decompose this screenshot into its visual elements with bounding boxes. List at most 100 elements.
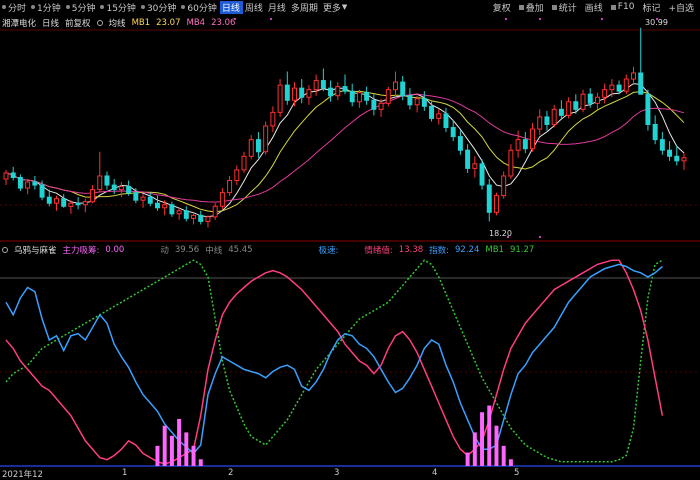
kline-chart[interactable]: 30.99 18.20	[0, 0, 700, 480]
candle-down	[17, 176, 23, 189]
tick-label: 4	[432, 468, 438, 478]
candle-up	[393, 81, 398, 91]
candle-down	[450, 127, 456, 138]
candle-up	[602, 89, 608, 98]
candle-up	[82, 201, 88, 206]
candle-up	[191, 214, 197, 219]
green-dotted-line	[5, 259, 663, 463]
candle-down	[39, 184, 45, 198]
candle-down	[364, 92, 370, 101]
candle-down	[133, 192, 139, 201]
candle-up	[356, 92, 362, 103]
candle-up	[385, 89, 391, 104]
candle-up	[140, 196, 146, 201]
candle-down	[299, 87, 305, 98]
candle-up	[566, 101, 572, 116]
candle-down	[573, 101, 579, 110]
candle-up	[90, 189, 96, 203]
candle-up	[530, 128, 536, 150]
candle-down	[457, 136, 463, 151]
histogram-bar	[184, 432, 189, 466]
candle-down	[126, 186, 132, 194]
candle-up	[335, 86, 341, 97]
histogram-bar	[501, 445, 506, 466]
candle-up	[234, 169, 240, 182]
candle-up	[580, 93, 586, 110]
candle-up	[623, 78, 629, 92]
candle-up	[205, 216, 211, 222]
signal-dot	[539, 18, 541, 20]
candle-up	[212, 205, 218, 218]
candle-up	[681, 157, 687, 162]
candle-up	[537, 116, 543, 130]
candle-down	[342, 86, 348, 92]
signal-dot	[539, 236, 541, 238]
candle-up	[241, 155, 247, 171]
histogram-bar	[494, 425, 499, 466]
candle-down	[104, 175, 110, 186]
candle-down	[645, 93, 651, 125]
signal-dot	[505, 18, 507, 20]
candle-down	[284, 84, 290, 101]
candle-down	[667, 149, 673, 157]
candle-up	[263, 125, 269, 153]
candle-up	[306, 89, 312, 98]
candle-up	[508, 149, 514, 177]
histogram-bar	[508, 459, 513, 466]
candle-down	[674, 155, 680, 162]
candle-down	[10, 172, 16, 178]
candle-down	[465, 149, 471, 169]
candle-up	[313, 80, 319, 91]
candle-down	[154, 202, 160, 209]
signal-dot	[270, 18, 272, 20]
candle-down	[111, 184, 117, 191]
ma20-line	[5, 93, 685, 203]
candle-down	[75, 202, 81, 206]
candle-up	[436, 113, 442, 119]
candle-up	[248, 139, 254, 157]
candle-up	[219, 192, 225, 207]
candle-down	[421, 98, 427, 107]
candle-down	[349, 90, 355, 103]
candle-up	[501, 175, 507, 197]
candle-up	[270, 111, 276, 127]
histogram-bar	[177, 418, 182, 466]
candle-down	[147, 196, 153, 204]
candle-down	[32, 181, 38, 186]
histogram-bar	[480, 412, 485, 466]
candle-down	[486, 184, 492, 213]
candle-up	[551, 108, 557, 125]
candle-up	[378, 102, 384, 110]
candle-down	[522, 139, 528, 150]
candle-up	[3, 172, 9, 180]
indicator-histogram	[155, 405, 513, 466]
candle-down	[587, 93, 593, 104]
candle-up	[97, 175, 103, 191]
candle-up	[227, 180, 233, 194]
histogram-bar	[472, 432, 477, 466]
histogram-bar	[465, 452, 470, 466]
tick-label: 1	[122, 468, 128, 478]
candle-up	[162, 204, 168, 209]
candle-up	[54, 198, 59, 204]
candle-up	[594, 96, 600, 104]
candle-down	[659, 139, 665, 151]
candle-up	[414, 98, 420, 106]
candle-up	[493, 195, 499, 213]
candle-up	[292, 87, 297, 101]
histogram-bar	[198, 459, 203, 466]
year-label: 2021年12	[2, 470, 43, 480]
candle-down	[169, 204, 175, 215]
low-price-label: 18.20	[489, 229, 512, 238]
candle-up	[68, 202, 74, 207]
candle-down	[616, 84, 622, 92]
candle-down	[407, 95, 413, 106]
candle-up	[609, 84, 615, 91]
pink-line	[5, 259, 664, 465]
candle-down	[652, 123, 658, 141]
tick-label: 5	[514, 468, 520, 478]
histogram-bar	[191, 445, 196, 466]
candle-up	[277, 84, 283, 113]
high-price-label: 30.99	[645, 18, 668, 27]
candle-down	[328, 87, 334, 97]
